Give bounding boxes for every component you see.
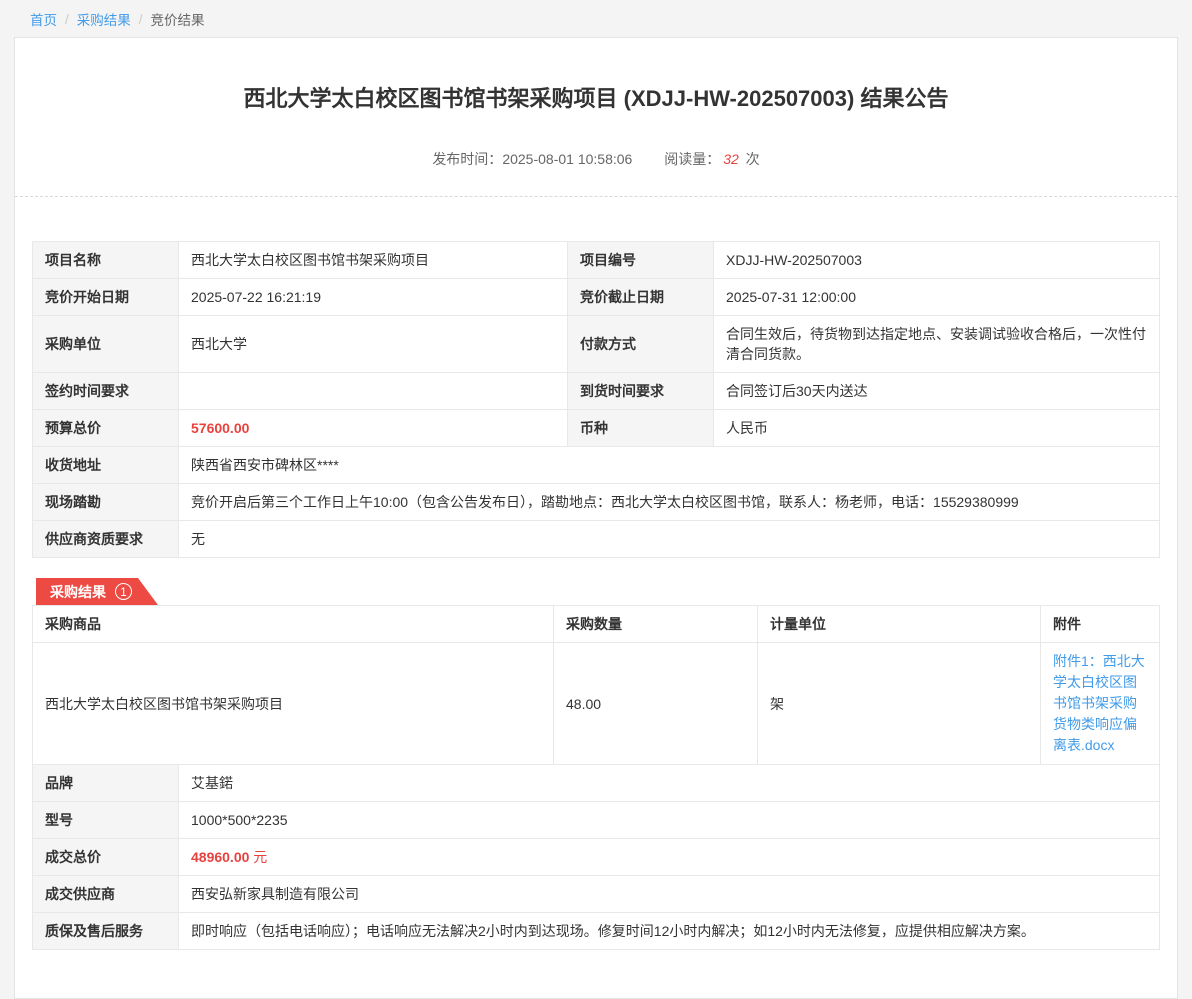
table-row: 收货地址 陕西省西安市碑林区**** [33,447,1160,484]
delivery-time-label: 到货时间要求 [568,373,714,410]
budget-value: 57600.00 [191,420,249,436]
deal-price-label: 成交总价 [33,839,179,876]
brand-label: 品牌 [33,765,179,802]
views-label: 阅读量： [664,151,720,167]
result-ribbon-badge: 采购结果 1 [36,578,158,605]
brand-value: 艾基鍩 [179,765,1160,802]
breadcrumb-home-link[interactable]: 首页 [30,9,57,29]
qualification-label: 供应商资质要求 [33,521,179,558]
bid-start-value: 2025-07-22 16:21:19 [179,279,568,316]
buyer-value: 西北大学 [179,316,568,373]
table-row: 采购单位 西北大学 付款方式 合同生效后，待货物到达指定地点、安装调试验收合格后… [33,316,1160,373]
model-value: 1000*500*2235 [179,802,1160,839]
bid-end-label: 竞价截止日期 [568,279,714,316]
publish-time-value: 2025-08-01 10:58:06 [502,151,632,167]
address-value: 陕西省西安市碑林区**** [179,447,1160,484]
project-info-table: 项目名称 西北大学太白校区图书馆书架采购项目 项目编号 XDJJ-HW-2025… [32,241,1160,558]
project-code-label: 项目编号 [568,242,714,279]
table-row: 质保及售后服务 即时响应（包括电话响应）；电话响应无法解决2小时内到达现场。修复… [33,913,1160,950]
announcement-card: 西北大学太白校区图书馆书架采购项目 (XDJJ-HW-202507003) 结果… [14,37,1178,999]
col-header-quantity: 采购数量 [554,606,758,643]
qualification-value: 无 [179,521,1160,558]
warranty-label: 质保及售后服务 [33,913,179,950]
supplier-value: 西安弘新家具制造有限公司 [179,876,1160,913]
result-table: 采购商品 采购数量 计量单位 附件 西北大学太白校区图书馆书架采购项目 48.0… [32,605,1160,765]
address-label: 收货地址 [33,447,179,484]
bid-end-value: 2025-07-31 12:00:00 [714,279,1160,316]
result-count-badge: 1 [115,583,132,600]
table-row: 签约时间要求 到货时间要求 合同签订后30天内送达 [33,373,1160,410]
payment-label: 付款方式 [568,316,714,373]
table-header-row: 采购商品 采购数量 计量单位 附件 [33,606,1160,643]
col-header-product: 采购商品 [33,606,554,643]
dashed-divider [15,196,1177,197]
views-unit: 次 [746,151,760,167]
delivery-time-value: 合同签订后30天内送达 [714,373,1160,410]
result-detail-table: 品牌 艾基鍩 型号 1000*500*2235 成交总价 48960.00 元 … [32,764,1160,950]
result-ribbon-label: 采购结果 [50,582,106,602]
page-title: 西北大学太白校区图书馆书架采购项目 (XDJJ-HW-202507003) 结果… [75,84,1117,114]
site-visit-label: 现场踏勘 [33,484,179,521]
project-code-value: XDJJ-HW-202507003 [714,242,1160,279]
table-row: 现场踏勘 竞价开启后第三个工作日上午10:00（包含公告发布日），踏勘地点：西北… [33,484,1160,521]
project-name-value: 西北大学太白校区图书馆书架采购项目 [179,242,568,279]
deal-price-value: 48960.00 [191,849,249,865]
deal-price-unit: 元 [253,849,267,865]
product-value: 西北大学太白校区图书馆书架采购项目 [33,643,554,765]
publish-time-label: 发布时间： [432,151,502,167]
sign-time-value [179,373,568,410]
table-row: 预算总价 57600.00 币种 人民币 [33,410,1160,447]
table-row: 成交总价 48960.00 元 [33,839,1160,876]
model-label: 型号 [33,802,179,839]
table-row: 项目名称 西北大学太白校区图书馆书架采购项目 项目编号 XDJJ-HW-2025… [33,242,1160,279]
col-header-unit: 计量单位 [758,606,1041,643]
currency-value: 人民币 [714,410,1160,447]
bid-start-label: 竞价开始日期 [33,279,179,316]
payment-value: 合同生效后，待货物到达指定地点、安装调试验收合格后，一次性付清合同货款。 [714,316,1160,373]
table-row: 供应商资质要求 无 [33,521,1160,558]
project-name-label: 项目名称 [33,242,179,279]
breadcrumb-separator: / [65,12,69,27]
table-row: 型号 1000*500*2235 [33,802,1160,839]
supplier-label: 成交供应商 [33,876,179,913]
attachment-link[interactable]: 附件1：西北大学太白校区图书馆书架采购货物类响应偏离表.docx [1053,653,1145,753]
breadcrumb-current: 竞价结果 [151,9,205,29]
site-visit-value: 竞价开启后第三个工作日上午10:00（包含公告发布日），踏勘地点：西北大学太白校… [179,484,1160,521]
buyer-label: 采购单位 [33,316,179,373]
sign-time-label: 签约时间要求 [33,373,179,410]
table-row: 品牌 艾基鍩 [33,765,1160,802]
currency-label: 币种 [568,410,714,447]
col-header-attachment: 附件 [1041,606,1160,643]
views-count: 32 [723,151,739,167]
table-row: 西北大学太白校区图书馆书架采购项目 48.00 架 附件1：西北大学太白校区图书… [33,643,1160,765]
breadcrumb-section-link[interactable]: 采购结果 [77,9,131,29]
table-row: 竞价开始日期 2025-07-22 16:21:19 竞价截止日期 2025-0… [33,279,1160,316]
announcement-meta: 发布时间：2025-08-01 10:58:06 阅读量：32 次 [15,149,1177,169]
unit-value: 架 [758,643,1041,765]
breadcrumb-separator: / [139,12,143,27]
breadcrumb: 首页 / 采购结果 / 竞价结果 [0,0,1192,37]
quantity-value: 48.00 [554,643,758,765]
table-row: 成交供应商 西安弘新家具制造有限公司 [33,876,1160,913]
warranty-value: 即时响应（包括电话响应）；电话响应无法解决2小时内到达现场。修复时间12小时内解… [179,913,1160,950]
budget-label: 预算总价 [33,410,179,447]
